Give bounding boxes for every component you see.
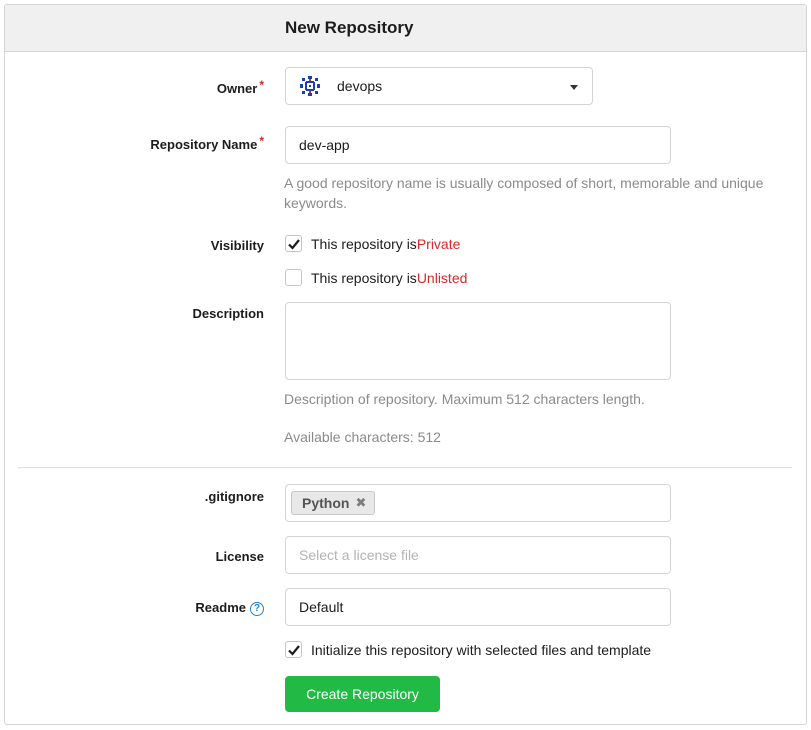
readme-dropdown[interactable]: Default <box>285 588 671 626</box>
description-textarea[interactable] <box>285 302 671 380</box>
license-placeholder: Select a license file <box>299 547 419 563</box>
private-checkbox-row[interactable]: This repository is Private <box>285 235 460 252</box>
unlisted-word: Unlisted <box>416 269 468 286</box>
repo-name-value: dev-app <box>299 137 350 153</box>
owner-value: devops <box>337 78 383 94</box>
license-label: License <box>215 549 264 564</box>
owner-label: Owner * <box>216 78 264 96</box>
owner-dropdown[interactable]: devops <box>285 67 593 105</box>
create-repository-button[interactable]: Create Repository <box>285 676 440 712</box>
private-checkbox[interactable] <box>285 235 302 252</box>
description-label: Description <box>192 306 264 321</box>
available-characters: Available characters: 512 <box>284 429 441 445</box>
description-help: Description of repository. Maximum 512 c… <box>284 391 645 407</box>
license-dropdown[interactable]: Select a license file <box>285 536 671 574</box>
init-label: Initialize this repository with selected… <box>311 641 652 658</box>
panel-header: New Repository <box>5 5 806 52</box>
unlisted-label-prefix: This repository is <box>311 269 417 286</box>
new-repo-panel: New Repository Owner * devops Repository… <box>4 4 807 725</box>
repo-name-label: Repository Name * <box>150 134 264 152</box>
snowflake-avatar-icon <box>299 75 321 97</box>
gitignore-multiselect[interactable]: Python ✖ <box>285 484 671 522</box>
caret-down-icon <box>570 85 578 90</box>
check-icon <box>288 645 300 656</box>
help-circle-icon[interactable]: ? <box>250 601 264 616</box>
remove-icon[interactable]: ✖ <box>355 495 366 511</box>
readme-value: Default <box>299 599 344 615</box>
check-icon <box>288 239 300 250</box>
unlisted-checkbox[interactable] <box>285 269 302 286</box>
page-title: New Repository <box>285 18 414 37</box>
gitignore-tag[interactable]: Python ✖ <box>291 491 376 515</box>
repo-name-help: A good repository name is usually compos… <box>284 175 764 211</box>
readme-label: Readme? <box>4 600 264 617</box>
init-checkbox-row[interactable]: Initialize this repository with selected… <box>285 641 651 658</box>
repo-name-input[interactable]: dev-app <box>285 126 671 164</box>
gitignore-label: .gitignore <box>204 489 264 504</box>
unlisted-checkbox-row[interactable]: This repository is Unlisted <box>285 269 467 286</box>
private-word: Private <box>416 235 461 252</box>
section-divider <box>18 467 792 468</box>
gitignore-tag-label: Python <box>302 495 350 511</box>
private-label-prefix: This repository is <box>311 235 417 252</box>
init-checkbox[interactable] <box>285 641 302 658</box>
visibility-label: Visibility <box>210 238 264 253</box>
